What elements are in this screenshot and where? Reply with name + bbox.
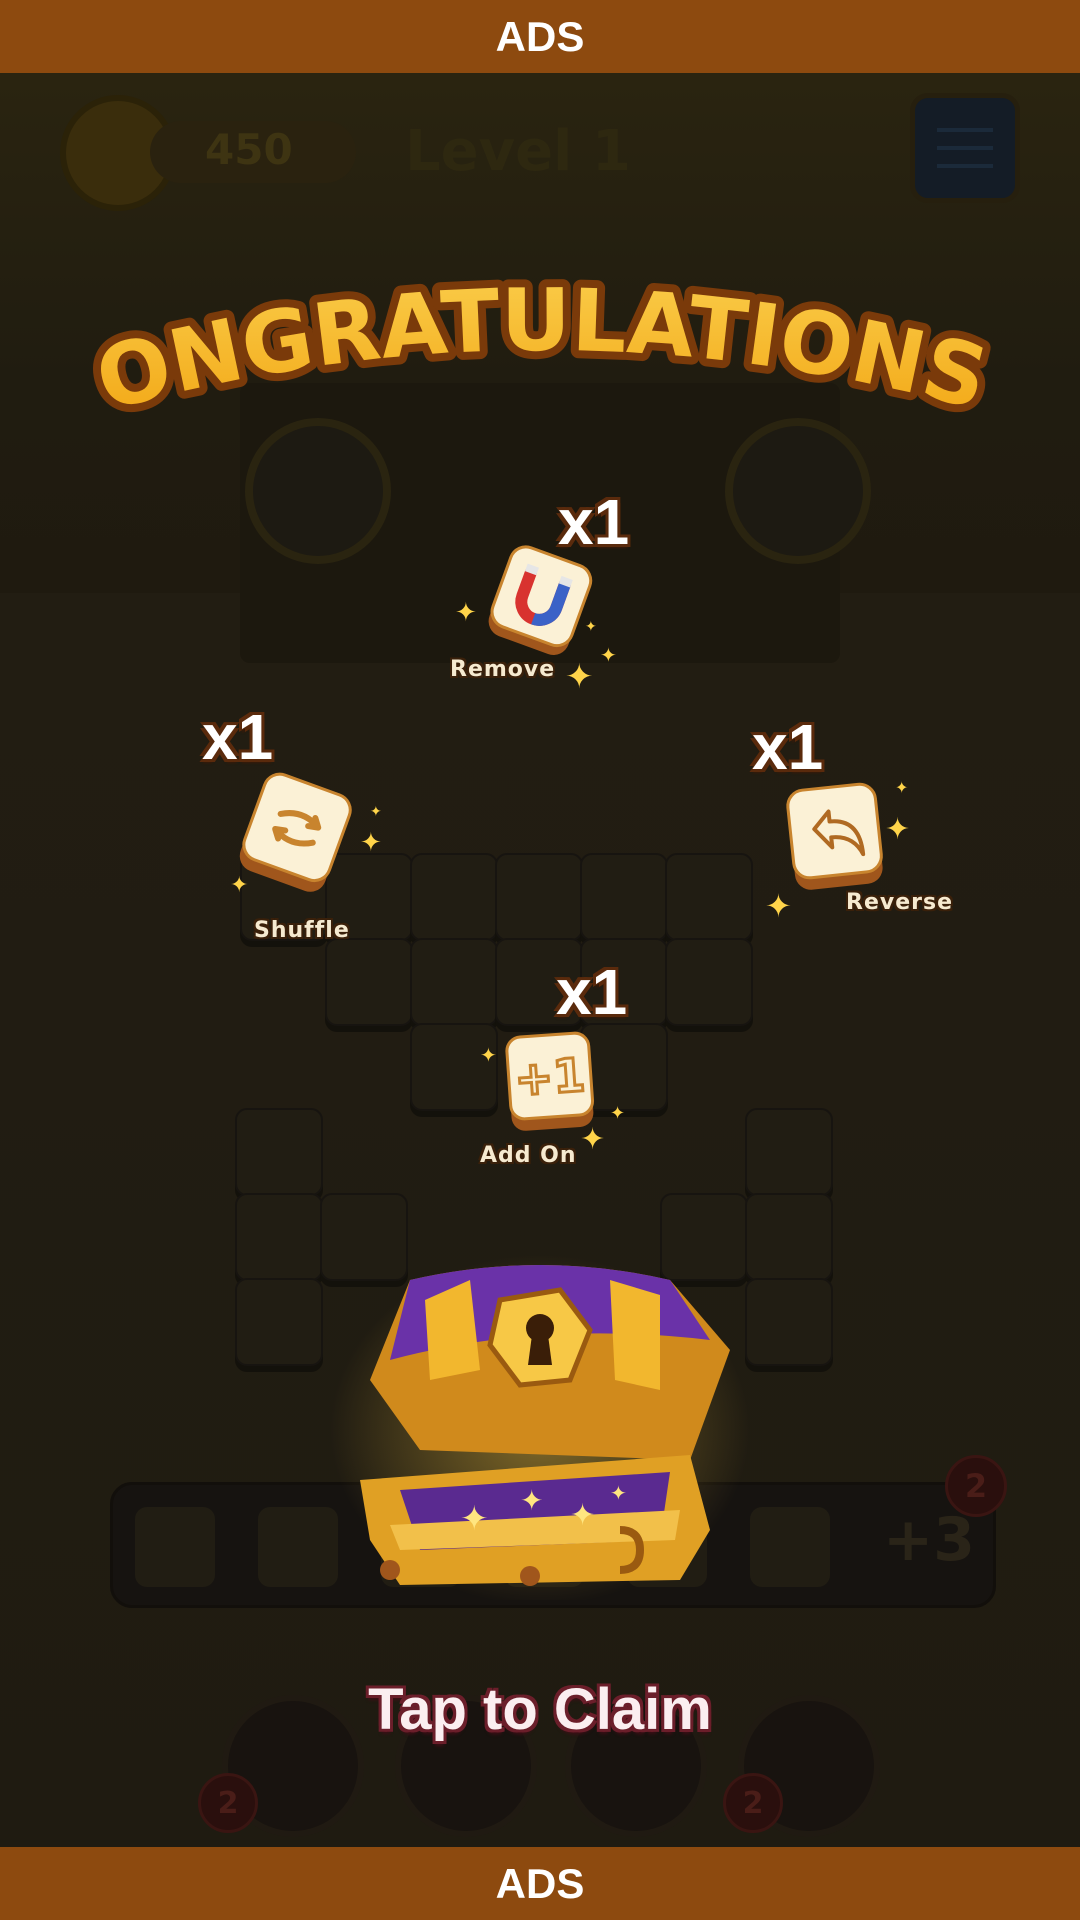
sparkle-icon: ✦ (230, 873, 249, 898)
sparkle-icon: ✦ (455, 598, 477, 628)
ads-label: ADS (495, 1859, 585, 1907)
coin-count: 450 (205, 125, 293, 174)
board-tile (325, 938, 413, 1026)
top-ad-banner[interactable]: ADS (0, 0, 1080, 73)
reward-remove: x1 Remove ✦ ✦ ✦ ✦ (440, 485, 660, 705)
tray-extra-count: +3 (883, 1505, 976, 1575)
svg-text:✦: ✦ (520, 1484, 543, 1517)
reward-label: Shuffle (254, 918, 350, 943)
sparkle-icon: ✦ (885, 812, 911, 847)
reward-label: Remove (450, 657, 556, 682)
undo-icon (786, 782, 883, 890)
sparkle-icon: ✦ (580, 1122, 606, 1157)
reward-add-on: x1 +1 Add On ✦ ✦ ✦ (470, 955, 670, 1175)
settings-button (910, 93, 1020, 203)
board-tile (745, 1108, 833, 1196)
booster-badge: 2 (723, 1773, 783, 1833)
svg-text:✦: ✦ (460, 1499, 489, 1539)
svg-text:CONGRATULATIONS !: CONGRATULATIONS ! (0, 250, 997, 431)
plus-one-icon: +1 (505, 1031, 595, 1131)
treasure-chest-icon[interactable]: ✦ ✦ ✦ ✦ (330, 1240, 750, 1600)
svg-text:✦: ✦ (570, 1498, 595, 1533)
svg-text:+1: +1 (513, 1048, 587, 1107)
reward-label: Add On (480, 1143, 577, 1168)
board-tile (665, 938, 753, 1026)
sparkle-icon: ✦ (600, 643, 617, 667)
board-tile (580, 853, 668, 941)
board-tile (745, 1278, 833, 1366)
bottom-ad-banner[interactable]: ADS (0, 1847, 1080, 1920)
tray-slot (258, 1507, 338, 1587)
sparkle-icon: ✦ (895, 778, 909, 797)
sparkle-icon: ✦ (765, 887, 792, 925)
sparkle-icon: ✦ (610, 1103, 626, 1124)
board-tile (495, 853, 583, 941)
sparkle-icon: ✦ (565, 657, 594, 697)
reward-shuffle: x1 Shuffle ✦ ✦ ✦ (200, 700, 420, 950)
reward-reverse: x1 Reverse ✦ ✦ ✦ (740, 710, 970, 950)
board-tile (745, 1193, 833, 1281)
congratulations-title: CONGRATULATIONS ! CONGRATULATIONS ! (0, 250, 1005, 439)
reward-count: x1 (752, 711, 824, 783)
reward-count: x1 (202, 701, 274, 773)
tray-badge: 2 (945, 1455, 1007, 1517)
sparkle-icon: ✦ (370, 804, 382, 820)
magnet-icon (488, 545, 593, 655)
board-tile (235, 1193, 323, 1281)
shuffle-icon (239, 772, 352, 892)
svg-text:✦: ✦ (610, 1481, 627, 1505)
sparkle-icon: ✦ (480, 1043, 497, 1067)
title-text: CONGRATULATIONS ! (0, 250, 997, 431)
reward-label: Reverse (846, 890, 953, 915)
sparkle-icon: ✦ (585, 619, 597, 635)
tray-slot (750, 1507, 830, 1587)
tray-slot (135, 1507, 215, 1587)
board-tile (235, 1278, 323, 1366)
tap-to-claim-button[interactable]: Tap to Claim (0, 1676, 1080, 1743)
board-tile (410, 853, 498, 941)
booster-badge: 2 (198, 1773, 258, 1833)
reward-count: x1 (556, 956, 628, 1028)
ads-label: ADS (495, 12, 585, 60)
level-title: Level 1 (405, 119, 631, 184)
board-tile (235, 1108, 323, 1196)
sparkle-icon: ✦ (360, 828, 382, 858)
